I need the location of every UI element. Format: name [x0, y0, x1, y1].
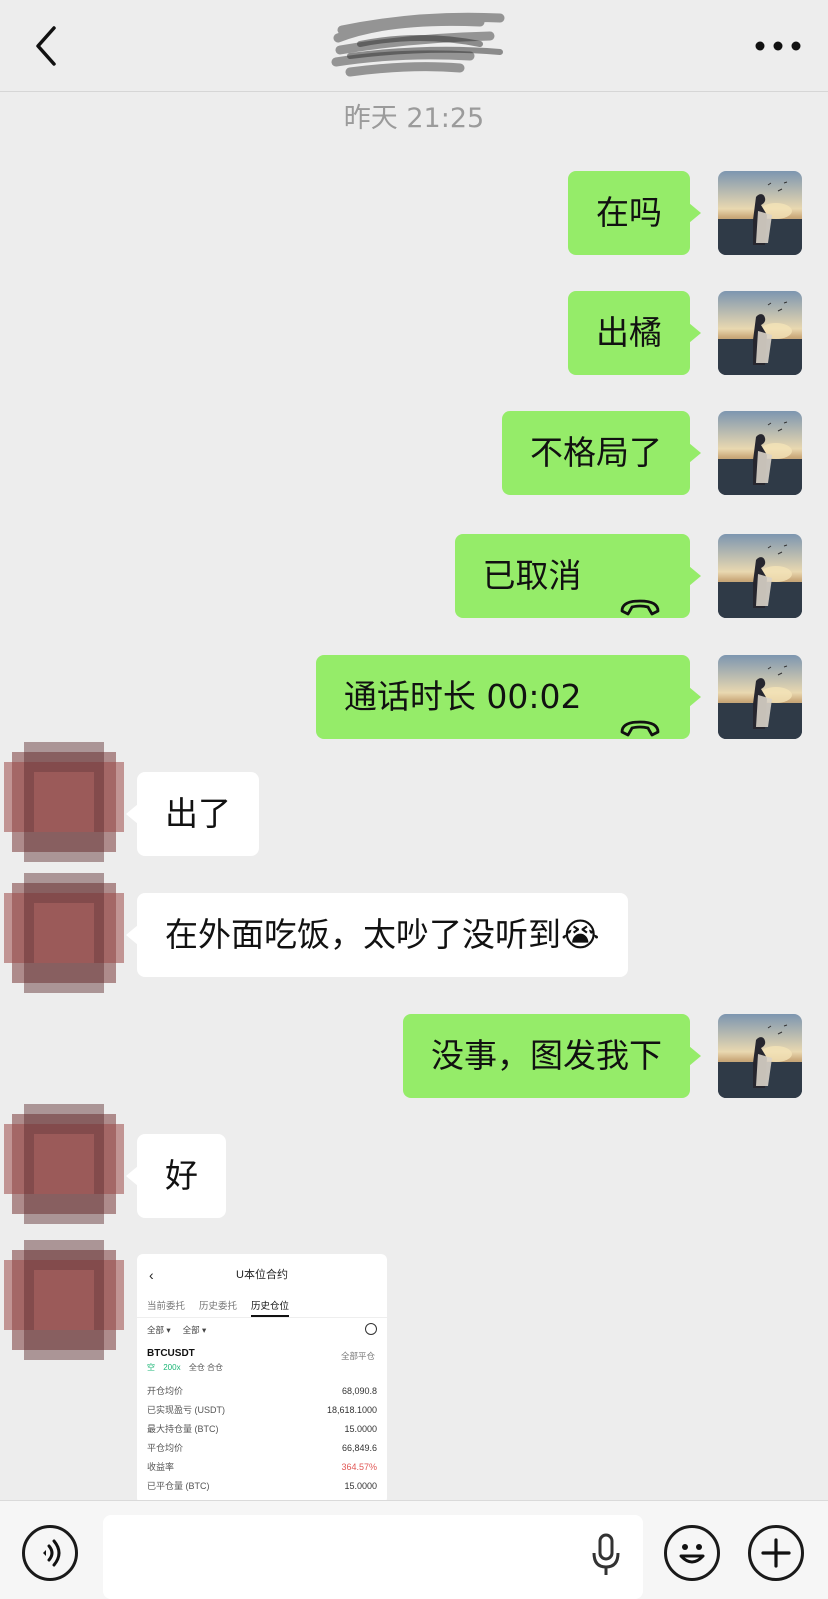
- message-row: 没事，图发我下: [0, 1014, 828, 1098]
- outgoing-message-bubble[interactable]: 在吗: [568, 171, 701, 255]
- sc-row: 收益率 364.57%: [147, 1458, 377, 1477]
- sc-value: 68,090.8: [341, 1386, 377, 1396]
- message-text: 在外面吃饭，太吵了没听到😭: [165, 915, 600, 954]
- message-row: 通话时长 00:02: [0, 655, 828, 739]
- outgoing-message-bubble[interactable]: 不格局了: [502, 411, 701, 495]
- sc-tab-active: 历史仓位: [251, 1296, 290, 1317]
- contact-avatar-redacted[interactable]: [4, 1104, 124, 1224]
- sc-row: 已实现盈亏 (USDT) 18,618.1000: [147, 1401, 377, 1420]
- message-row: 在外面吃饭，太吵了没听到😭: [0, 893, 828, 977]
- sc-tag-side: 空: [147, 1363, 155, 1372]
- message-text: 出了: [165, 794, 231, 833]
- sc-tabs: 当前委托 历史委托 历史仓位: [137, 1296, 387, 1318]
- my-avatar[interactable]: [718, 534, 802, 618]
- message-text: 已取消: [482, 556, 582, 595]
- sc-label: 开仓均价: [147, 1386, 184, 1396]
- message-text: 在吗: [596, 193, 662, 232]
- outgoing-message-bubble[interactable]: 没事，图发我下: [403, 1014, 701, 1098]
- plus-icon[interactable]: [748, 1525, 804, 1581]
- sc-header: ‹ U本位合约: [137, 1254, 387, 1296]
- sc-row: 最大持仓量 (BTC) 15.0000: [147, 1420, 377, 1439]
- sc-tag-leverage: 200x: [163, 1363, 181, 1372]
- sc-row: 开仓均价 68,090.8: [147, 1382, 377, 1401]
- microphone-icon[interactable]: [590, 1531, 622, 1579]
- sc-label: 已平仓量 (BTC): [147, 1481, 210, 1491]
- message-row: 不格局了: [0, 411, 828, 495]
- message-input[interactable]: [103, 1515, 643, 1599]
- sc-value: 364.57%: [341, 1462, 377, 1472]
- sc-value: 15.0000: [344, 1424, 377, 1434]
- sc-symbol-block: BTCUSDT 全部平仓 空 200x 全仓 合仓: [137, 1342, 387, 1378]
- phone-hangup-icon: [618, 687, 662, 736]
- sc-filter: 全部 ▾: [182, 1325, 207, 1335]
- sc-row: 已平仓量 (BTC) 15.0000: [147, 1477, 377, 1496]
- message-timestamp: 昨天 21:25: [343, 103, 485, 134]
- sc-tag-mode: 全仓 合仓: [188, 1363, 224, 1372]
- my-avatar[interactable]: [718, 411, 802, 495]
- message-row: 已取消: [0, 534, 828, 618]
- my-avatar[interactable]: [718, 171, 802, 255]
- sc-label: 已实现盈亏 (USDT): [147, 1405, 225, 1415]
- sc-label: 最大持仓量 (BTC): [147, 1424, 219, 1434]
- message-text: 好: [165, 1156, 198, 1195]
- input-bar: [0, 1500, 828, 1599]
- my-avatar[interactable]: [718, 655, 802, 739]
- sc-tags: 空 200x 全仓 合仓: [147, 1362, 377, 1373]
- sc-value: 66,849.6: [341, 1443, 377, 1453]
- message-row: 好: [0, 1134, 828, 1218]
- contact-avatar-redacted[interactable]: [4, 1240, 124, 1360]
- my-avatar[interactable]: [718, 1014, 802, 1098]
- sc-label: 平仓均价: [147, 1443, 184, 1453]
- contact-avatar-redacted[interactable]: [4, 873, 124, 993]
- sc-value: 18,618.1000: [326, 1405, 377, 1415]
- sc-title: U本位合约: [236, 1269, 288, 1281]
- chevron-left-icon[interactable]: [28, 22, 68, 70]
- message-row: 在吗: [0, 171, 828, 255]
- image-message-trade-screenshot[interactable]: ‹ U本位合约 当前委托 历史委托 历史仓位 全部 ▾ 全部 ▾ BTCUSDT…: [137, 1254, 387, 1504]
- call-duration-bubble[interactable]: 通话时长 00:02: [315, 655, 702, 739]
- outgoing-message-bubble[interactable]: 出橘: [568, 291, 701, 375]
- top-bar: [0, 0, 828, 92]
- sc-tab: 历史委托: [199, 1301, 238, 1312]
- message-text: 出橘: [596, 313, 662, 352]
- redacted-title: [330, 8, 510, 88]
- incoming-message-bubble[interactable]: 好: [126, 1134, 226, 1218]
- sc-table: 开仓均价 68,090.8 已实现盈亏 (USDT) 18,618.1000 最大持…: [137, 1378, 387, 1496]
- sc-label: 收益率: [147, 1462, 175, 1472]
- message-text: 不格局了: [530, 433, 662, 472]
- incoming-message-bubble[interactable]: 在外面吃饭，太吵了没听到😭: [126, 893, 628, 977]
- sc-filter: 全部 ▾: [147, 1325, 171, 1335]
- contact-avatar-redacted[interactable]: [4, 742, 124, 862]
- sc-row: 平仓均价 66,849.6: [147, 1439, 377, 1458]
- call-cancelled-bubble[interactable]: 已取消: [454, 534, 701, 618]
- sc-filters: 全部 ▾ 全部 ▾: [137, 1318, 387, 1342]
- message-row: 出了: [0, 772, 828, 856]
- my-avatar[interactable]: [718, 291, 802, 375]
- voice-icon[interactable]: [22, 1525, 78, 1581]
- incoming-message-bubble[interactable]: 出了: [126, 772, 259, 856]
- sc-value: 15.0000: [344, 1481, 377, 1491]
- emoji-icon[interactable]: [664, 1525, 720, 1581]
- phone-hangup-icon: [618, 566, 662, 615]
- more-dots-icon[interactable]: [752, 28, 804, 64]
- sc-close-all: 全部平仓: [340, 1351, 375, 1361]
- message-row: 出橘: [0, 291, 828, 375]
- clock-icon: [365, 1323, 377, 1335]
- message-text: 通话时长 00:02: [343, 677, 582, 716]
- sc-tab: 当前委托: [147, 1301, 186, 1312]
- message-text: 没事，图发我下: [431, 1036, 662, 1075]
- chevron-left-icon: ‹: [149, 1267, 154, 1283]
